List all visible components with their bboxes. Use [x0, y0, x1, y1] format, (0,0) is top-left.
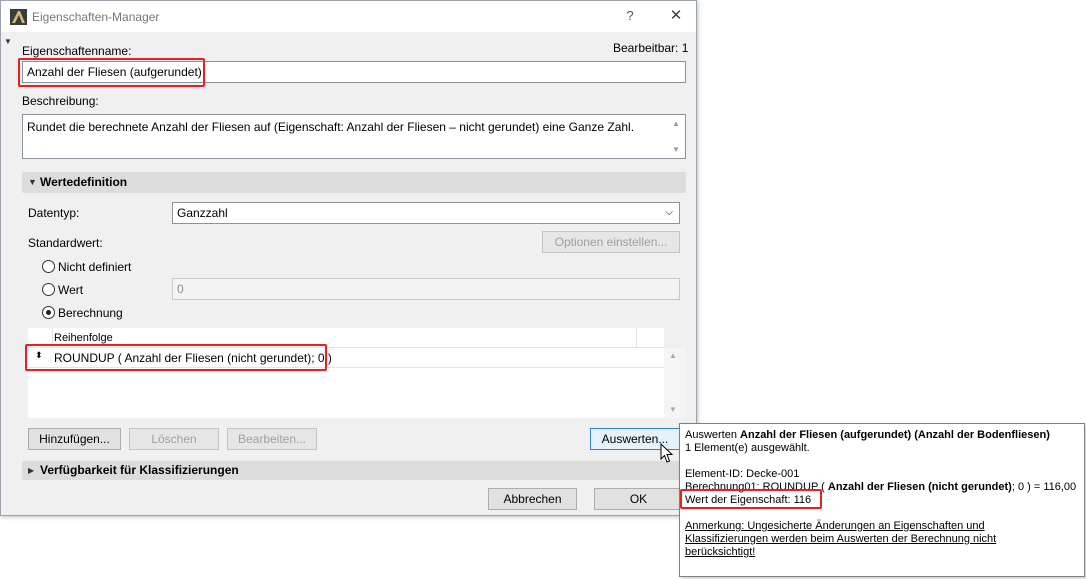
description-label: Beschreibung: — [22, 94, 99, 108]
description-textarea[interactable]: Rundet die berechnete Anzahl der Fliesen… — [22, 114, 686, 159]
expanded-triangle-icon: ▼ — [28, 177, 37, 187]
value-input[interactable]: 0 — [172, 278, 680, 300]
datatype-label: Datentyp: — [28, 206, 80, 220]
collapse-arrow-icon[interactable]: ▼ — [4, 37, 12, 46]
mouse-cursor-icon — [660, 443, 674, 463]
column-order-header: Reihenfolge — [54, 332, 113, 344]
section-value-definition[interactable]: ▼ Wertedefinition — [22, 172, 686, 193]
radio-undefined-label: Nicht definiert — [58, 260, 132, 274]
properties-manager-dialog: Eigenschaften-Manager ? ✕ ▼ Eigenschafte… — [0, 0, 697, 516]
scroll-up-icon[interactable]: ▲ — [672, 119, 680, 128]
close-icon[interactable]: ✕ — [665, 6, 687, 26]
title-bar[interactable]: Eigenschaften-Manager ? ✕ — [1, 1, 696, 32]
highlight-result — [680, 489, 822, 509]
scroll-down-icon[interactable]: ▼ — [672, 145, 680, 154]
popup-title-line: Auswerten Anzahl der Fliesen (aufgerunde… — [685, 429, 1050, 441]
help-button[interactable]: ? — [620, 6, 640, 26]
popup-property-name: Anzahl der Fliesen (aufgerundet) (Anzahl… — [740, 429, 1050, 441]
datatype-value: Ganzzahl — [177, 206, 228, 220]
property-name-label: Eigenschaftenname: — [22, 44, 132, 58]
scroll-up-icon[interactable]: ▲ — [669, 351, 677, 360]
delete-button[interactable]: Löschen — [129, 428, 219, 450]
editable-count: Bearbeitbar: 1 — [613, 41, 689, 55]
radio-value-label: Wert — [58, 283, 84, 297]
section-classification-title: Verfügbarkeit für Klassifizierungen — [40, 463, 239, 477]
section-value-definition-title: Wertedefinition — [40, 175, 128, 189]
radio-undefined[interactable] — [42, 260, 55, 273]
archicad-app-icon — [10, 9, 27, 25]
cancel-button[interactable]: Abbrechen — [488, 488, 577, 510]
popup-selection-count: 1 Element(e) ausgewählt. — [685, 442, 810, 454]
options-button[interactable]: Optionen einstellen... — [542, 231, 680, 253]
chevron-down-icon: ⌵ — [665, 207, 673, 218]
highlight-formula — [25, 344, 327, 371]
radio-calculation-label: Berechnung — [58, 306, 123, 320]
radio-value[interactable] — [42, 283, 55, 296]
datatype-select[interactable]: Ganzzahl ⌵ — [172, 202, 680, 224]
collapsed-triangle-icon: ▶ — [28, 466, 35, 475]
popup-note: Anmerkung: Ungesicherte Änderungen an Ei… — [685, 520, 997, 558]
window-title: Eigenschaften-Manager — [32, 10, 160, 24]
radio-calculation[interactable] — [42, 306, 55, 319]
description-text: Rundet die berechnete Anzahl der Fliesen… — [27, 120, 635, 134]
highlight-name — [18, 58, 205, 87]
section-classification[interactable]: ▶ Verfügbarkeit für Klassifizierungen — [22, 461, 686, 480]
default-value-label: Standardwert: — [28, 236, 103, 250]
edit-button[interactable]: Bearbeiten... — [227, 428, 317, 450]
popup-element-id: Element-ID: Decke-001 — [685, 468, 800, 480]
add-button[interactable]: Hinzufügen... — [28, 428, 121, 450]
scroll-down-icon[interactable]: ▼ — [669, 405, 677, 414]
ok-button[interactable]: OK — [594, 488, 683, 510]
